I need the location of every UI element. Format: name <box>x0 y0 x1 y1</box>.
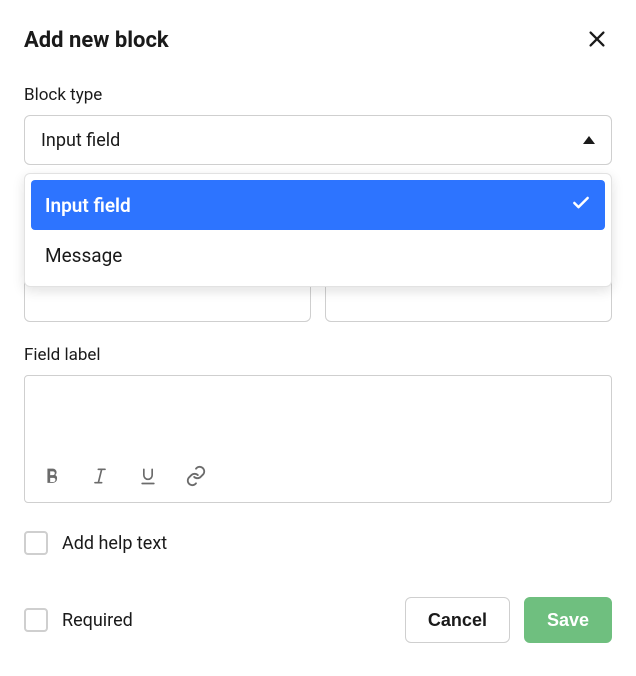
dropdown-option-message[interactable]: Message <box>31 230 605 280</box>
underline-button[interactable] <box>135 464 161 490</box>
italic-icon <box>90 466 110 489</box>
field-label-label: Field label <box>24 345 612 365</box>
dialog-title: Add new block <box>24 28 169 53</box>
save-button[interactable]: Save <box>524 597 612 643</box>
footer-buttons: Cancel Save <box>405 597 612 643</box>
dropdown-option-label: Message <box>45 244 122 267</box>
add-help-text-checkbox[interactable] <box>24 531 48 555</box>
check-icon <box>571 193 591 218</box>
underline-icon <box>138 466 158 489</box>
cancel-button[interactable]: Cancel <box>405 597 510 643</box>
editor-toolbar <box>39 464 209 490</box>
block-type-select[interactable]: Input field <box>24 115 612 165</box>
close-icon <box>586 28 608 53</box>
dialog-header: Add new block <box>24 24 612 57</box>
dropdown-option-input-field[interactable]: Input field <box>31 180 605 230</box>
add-help-text-row: Add help text <box>24 531 612 555</box>
dialog-footer: Required Cancel Save <box>24 597 612 643</box>
add-help-text-label: Add help text <box>62 533 167 554</box>
caret-up-icon <box>583 136 595 144</box>
field-label-section: Field label <box>24 345 612 503</box>
link-button[interactable] <box>183 464 209 490</box>
italic-button[interactable] <box>87 464 113 490</box>
block-type-selected-value: Input field <box>41 130 120 151</box>
required-row: Required <box>24 608 133 632</box>
bold-button[interactable] <box>39 464 65 490</box>
dropdown-option-label: Input field <box>45 194 131 217</box>
bold-icon <box>41 465 63 490</box>
block-type-dropdown: Input field Message <box>24 173 612 287</box>
close-button[interactable] <box>582 24 612 57</box>
required-label: Required <box>62 610 133 631</box>
field-label-editor[interactable] <box>24 375 612 503</box>
block-type-select-wrap: Input field Input field Message <box>24 115 612 165</box>
link-icon <box>185 465 207 490</box>
block-type-label: Block type <box>24 85 612 105</box>
required-checkbox[interactable] <box>24 608 48 632</box>
